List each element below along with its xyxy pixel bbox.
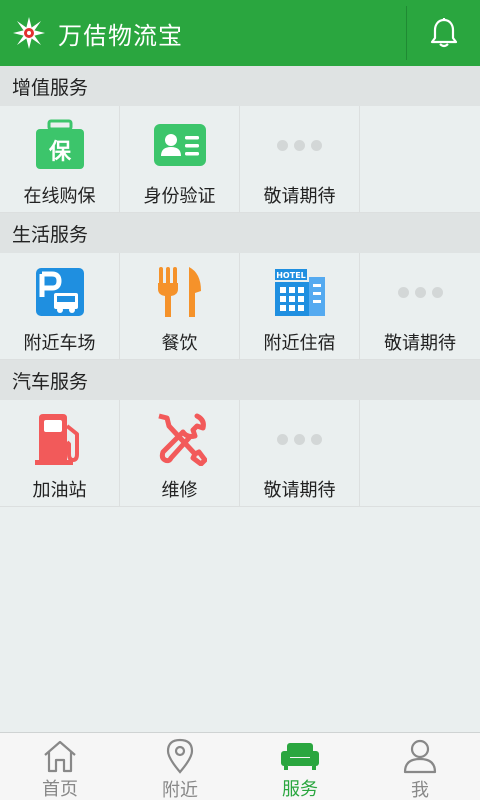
empty-cell [360, 106, 480, 213]
app-logo-icon [12, 16, 46, 50]
hotel-icon: HOTEL [273, 265, 327, 319]
service-identity-verification[interactable]: 身份验证 [120, 106, 240, 213]
service-label: 加油站 [32, 480, 87, 501]
section-grid-car: 加油站 维修 敬请期待 [0, 400, 480, 507]
service-gas-station[interactable]: 加油站 [0, 400, 120, 507]
tab-label: 我 [411, 780, 429, 800]
more-dots-icon [273, 118, 327, 172]
user-icon [400, 738, 440, 774]
tab-services[interactable]: 服务 [240, 733, 360, 800]
service-coming-soon: 敬请期待 [360, 253, 480, 360]
app-title: 万佶物流宝 [58, 21, 183, 50]
tab-label: 附近 [162, 780, 198, 800]
tab-me[interactable]: 我 [360, 733, 480, 800]
service-label: 敬请期待 [263, 186, 336, 207]
service-online-insurance[interactable]: 保 在线购保 [0, 106, 120, 213]
section-title-life: 生活服务 [0, 213, 480, 253]
service-label: 敬请期待 [384, 333, 456, 354]
sofa-icon [280, 738, 320, 773]
insurance-badge-text: 保 [47, 140, 71, 165]
service-coming-soon: 敬请期待 [240, 400, 360, 507]
service-label: 附近住宿 [263, 333, 336, 354]
service-coming-soon: 敬请期待 [240, 106, 360, 213]
id-card-icon [153, 118, 207, 172]
section-grid-life: 附近车场 餐饮 HOTEL 附近住宿 敬请期待 [0, 253, 480, 360]
service-label: 敬请期待 [263, 480, 336, 501]
section-title-car: 汽车服务 [0, 360, 480, 400]
service-label: 在线购保 [23, 186, 96, 207]
notifications-bell-icon[interactable] [407, 0, 480, 66]
fork-knife-icon [153, 265, 207, 319]
more-dots-icon [273, 412, 327, 466]
service-label: 身份验证 [143, 186, 216, 207]
service-label: 附近车场 [23, 333, 96, 354]
fuel-pump-icon [33, 412, 87, 466]
section-title-value-added: 增值服务 [0, 66, 480, 106]
tab-label: 首页 [42, 779, 78, 800]
service-nearby-parking[interactable]: 附近车场 [0, 253, 120, 360]
home-icon [40, 738, 80, 773]
insurance-briefcase-icon: 保 [33, 118, 87, 172]
services-content: 增值服务 保 在线购保 身份验证 敬请期待 生活服务 附近车场 餐饮 HOTEL… [0, 66, 480, 507]
repair-tools-icon [153, 412, 207, 466]
service-nearby-lodging[interactable]: HOTEL 附近住宿 [240, 253, 360, 360]
service-repair[interactable]: 维修 [120, 400, 240, 507]
location-pin-icon [160, 738, 200, 774]
parking-truck-icon [33, 265, 87, 319]
more-dots-icon [393, 265, 447, 319]
app-header: 万佶物流宝 [0, 0, 480, 66]
empty-cell [360, 400, 480, 507]
tab-label: 服务 [282, 779, 318, 800]
section-grid-value-added: 保 在线购保 身份验证 敬请期待 [0, 106, 480, 213]
tab-home[interactable]: 首页 [0, 733, 120, 800]
service-dining[interactable]: 餐饮 [120, 253, 240, 360]
service-label: 餐饮 [161, 333, 198, 354]
service-label: 维修 [161, 480, 198, 501]
hotel-badge-text: HOTEL [276, 271, 306, 280]
bottom-tab-bar: 首页 附近 服务 我 [0, 732, 480, 800]
tab-nearby[interactable]: 附近 [120, 733, 240, 800]
